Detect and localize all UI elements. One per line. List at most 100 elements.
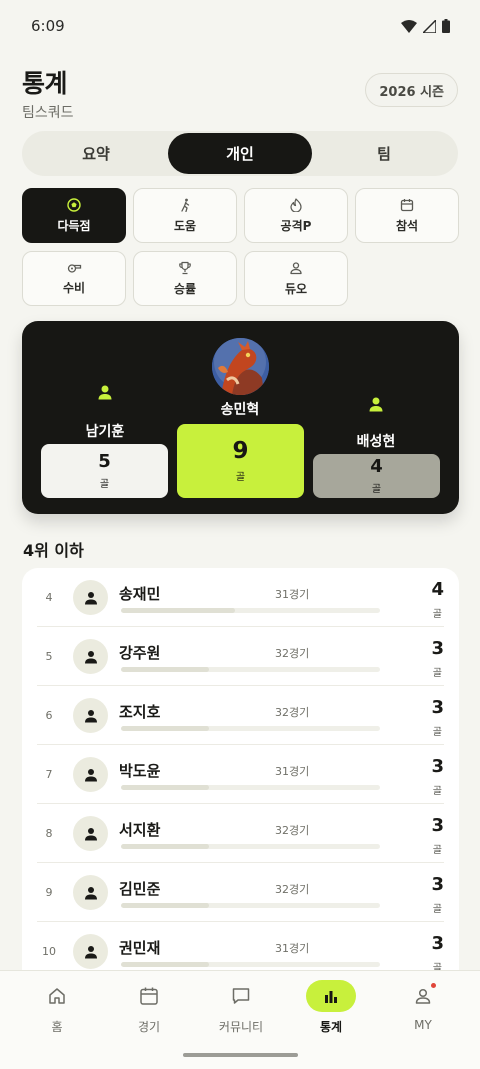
player-avatar (73, 639, 108, 674)
stat-unit: 골 (432, 845, 442, 856)
progress-bar (121, 903, 380, 908)
rank-number: 4 (45, 591, 53, 604)
nav-home[interactable]: 홈 (12, 980, 102, 1035)
nav-community[interactable]: 커뮤니티 (196, 980, 286, 1035)
top3-podium-card: 송민혁 9 골 남기훈 5 골 배성현 4 골 (22, 321, 459, 514)
player-name: 권민재 (119, 939, 161, 957)
first-place-avatar[interactable] (212, 338, 269, 395)
stat-value: 3 (431, 815, 444, 836)
games-played: 31경기 (275, 588, 310, 601)
third-place-block[interactable]: 4 골 (313, 454, 440, 498)
ranking-list: 4 송재민 31경기 4 골 5 강주원 32경기 3 골 6 조지호 32경기… (22, 568, 459, 988)
stat-unit: 골 (432, 609, 442, 620)
ranking-row[interactable]: 6 조지호 32경기 3 골 (37, 686, 444, 745)
nav-icon-container (32, 980, 82, 1012)
home-icon (49, 988, 65, 1004)
rank-number: 5 (45, 650, 53, 663)
category-attendance[interactable]: 참석 (355, 188, 459, 243)
ranking-row[interactable]: 8 서지환 32경기 3 골 (37, 804, 444, 863)
player-avatar (73, 698, 108, 733)
progress-bar-fill (121, 726, 210, 731)
first-place-name: 송민혁 (220, 402, 260, 418)
season-selector[interactable]: 2026 시즌 (365, 73, 458, 107)
status-icons (401, 19, 450, 33)
nav-my[interactable]: MY (378, 980, 468, 1032)
bar-chart-icon (325, 991, 337, 1003)
games-played: 32경기 (275, 706, 310, 719)
tab-individual[interactable]: 개인 (168, 133, 312, 174)
nav-stats[interactable]: 통계 (286, 980, 376, 1035)
cell-signal-icon (423, 19, 436, 33)
ranking-row[interactable]: 5 강주원 32경기 3 골 (37, 627, 444, 686)
progress-bar-fill (121, 962, 210, 967)
player-name: 서지환 (119, 821, 161, 839)
player-name: 강주원 (119, 644, 161, 662)
user-icon (415, 988, 431, 1004)
category-grid: 다득점 도움 공격P 참석 수비 승률 듀오 (22, 188, 459, 306)
category-label: 승률 (173, 281, 197, 296)
first-place-unit: 골 (235, 471, 246, 483)
notification-dot (431, 983, 436, 988)
stat-value: 3 (431, 933, 444, 954)
progress-bar-fill (121, 608, 235, 613)
nav-matches[interactable]: 경기 (104, 980, 194, 1035)
category-label: 다득점 (57, 218, 91, 233)
person-icon (84, 886, 97, 899)
progress-bar (121, 785, 380, 790)
home-indicator[interactable] (183, 1053, 298, 1057)
player-name: 김민준 (119, 880, 161, 898)
person-icon (84, 591, 97, 604)
player-avatar (73, 875, 108, 910)
category-defense[interactable]: 수비 (22, 251, 126, 306)
first-place-block[interactable]: 9 골 (177, 424, 304, 498)
player-name: 송재민 (119, 585, 161, 603)
second-place-unit: 골 (99, 478, 110, 490)
progress-bar (121, 608, 380, 613)
category-win-rate[interactable]: 승률 (133, 251, 237, 306)
games-played: 32경기 (275, 824, 310, 837)
category-label: 공격P (280, 218, 312, 233)
calendar-icon (140, 987, 158, 1005)
tab-summary[interactable]: 요약 (24, 133, 168, 174)
chat-icon (232, 988, 250, 1004)
games-played: 32경기 (275, 647, 310, 660)
tab-team[interactable]: 팀 (312, 133, 456, 174)
person-icon (84, 650, 97, 663)
ranking-row[interactable]: 7 박도윤 31경기 3 골 (37, 745, 444, 804)
third-place-person-icon (369, 397, 383, 412)
stat-value: 3 (431, 874, 444, 895)
category-label: 듀오 (284, 281, 308, 296)
nav-label: MY (414, 1018, 432, 1032)
ranking-section-title: 4위 이하 (23, 541, 84, 560)
person-icon (84, 709, 97, 722)
second-place-value: 5 (98, 451, 111, 473)
progress-bar (121, 667, 380, 672)
progress-bar (121, 962, 380, 967)
category-assists[interactable]: 도움 (133, 188, 237, 243)
stat-unit: 골 (432, 786, 442, 797)
stat-value: 3 (431, 756, 444, 777)
nav-icon-container (124, 980, 174, 1012)
whistle-icon (67, 263, 82, 273)
second-place-person-icon (98, 385, 112, 400)
progress-bar-fill (121, 903, 210, 908)
player-name: 조지호 (119, 703, 161, 721)
player-avatar (73, 757, 108, 792)
soccer-ball-icon (67, 197, 81, 212)
second-place-block[interactable]: 5 골 (41, 444, 168, 498)
category-attack-points[interactable]: 공격P (244, 188, 348, 243)
nav-icon-container (398, 980, 448, 1012)
progress-bar (121, 726, 380, 731)
category-goals[interactable]: 다득점 (22, 188, 126, 243)
ranking-row[interactable]: 4 송재민 31경기 4 골 (37, 568, 444, 627)
ranking-row[interactable]: 9 김민준 32경기 3 골 (37, 863, 444, 922)
nav-icon-container (306, 980, 356, 1012)
nav-label: 경기 (137, 1020, 161, 1034)
category-label: 참석 (395, 218, 419, 233)
rank-number: 6 (45, 709, 53, 722)
third-place-value: 4 (370, 456, 383, 478)
games-played: 31경기 (275, 942, 310, 955)
wifi-icon (401, 19, 417, 33)
calendar-icon (400, 198, 414, 211)
category-duo[interactable]: 듀오 (244, 251, 348, 306)
